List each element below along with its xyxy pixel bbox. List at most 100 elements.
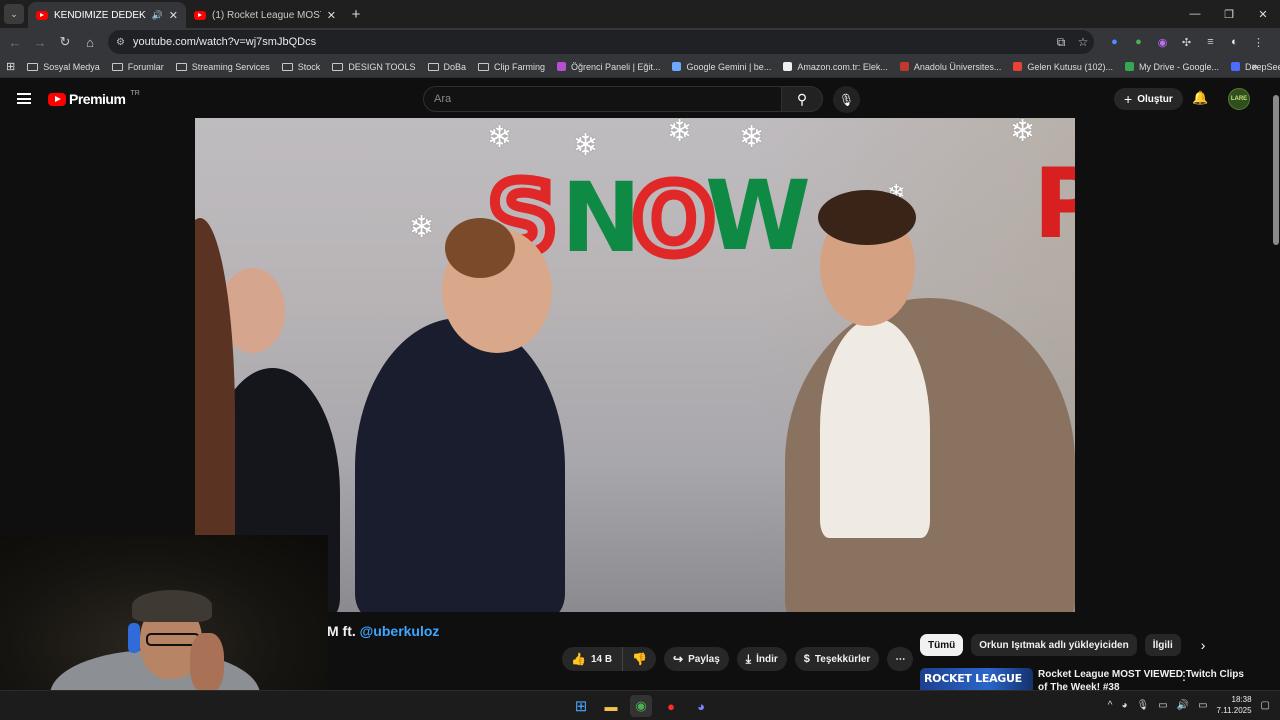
avatar[interactable]: LARE — [1228, 88, 1250, 110]
bookmark-label: Google Gemini | be... — [686, 61, 772, 72]
microphone-icon[interactable]: 🎙 — [833, 86, 860, 113]
tray-overflow-chevron-icon[interactable]: ^ — [1108, 700, 1113, 711]
bookmark-label: DESIGN TOOLS — [348, 61, 416, 72]
bookmark-item[interactable]: DoBa — [422, 62, 473, 72]
display-icon[interactable]: ▭ — [1158, 700, 1167, 711]
install-icon[interactable]: ⧉ — [1050, 35, 1072, 50]
more-vertical-icon[interactable]: ⋮ — [1178, 669, 1190, 683]
reload-icon[interactable]: ↻ — [53, 30, 77, 54]
home-icon[interactable]: ⌂ — [78, 30, 102, 54]
related-filter-chips: Tümü Orkun Işıtmak adlı yükleyiciden İlg… — [920, 634, 1205, 656]
decoration-letter: W — [705, 160, 811, 272]
discord-tray-icon[interactable]: ◕ — [1121, 700, 1127, 711]
back-icon[interactable]: ← — [3, 30, 27, 54]
bookmark-item[interactable]: DESIGN TOOLS — [326, 62, 421, 72]
dislike-button[interactable]: 👎 — [622, 647, 657, 671]
media-control-icon[interactable]: ≡ — [1200, 32, 1221, 52]
clock[interactable]: 18:38 7.11.2025 — [1217, 694, 1252, 716]
like-button[interactable]: 👍 14 B — [562, 647, 623, 671]
chrome-icon[interactable]: ◉ — [630, 695, 652, 717]
forward-icon[interactable]: → — [28, 30, 52, 54]
page-scrollbar-thumb[interactable] — [1273, 95, 1279, 245]
search-icon[interactable]: ⚲ — [781, 86, 823, 112]
extension-green-icon[interactable]: ● — [1128, 32, 1149, 52]
deepseek-icon — [1231, 62, 1240, 71]
extensions-puzzle-icon[interactable]: ✣ — [1176, 32, 1197, 52]
browser-menu-icon[interactable]: ⋮ — [1248, 32, 1269, 52]
tab-search-chevron-icon[interactable]: ⌄ — [4, 4, 24, 24]
search-input[interactable]: Ara — [423, 86, 783, 112]
browser-tab-strip: ⌄ KENDİMİZE DEDEKTİF TUTT 🔊 ✕ (1) Rocket… — [0, 0, 1280, 28]
video-person-shirt — [820, 318, 930, 538]
close-tab-icon[interactable]: ✕ — [327, 9, 336, 22]
decoration-letter: N — [561, 162, 642, 274]
bookmark-star-icon[interactable]: ☆ — [1072, 35, 1094, 49]
share-button[interactable]: ↪ Paylaş — [664, 647, 729, 671]
more-actions-button[interactable]: ⋯ — [887, 647, 914, 671]
create-button[interactable]: + Oluştur — [1114, 88, 1183, 110]
bookmark-item[interactable]: Gelen Kutusu (102)... — [1007, 62, 1119, 72]
region-code: TR — [130, 89, 140, 97]
file-explorer-icon[interactable]: ▬ — [600, 695, 622, 717]
chip-from-uploader[interactable]: Orkun Işıtmak adlı yükleyiciden — [971, 634, 1137, 656]
bookmark-item[interactable]: Anadolu Üniversites... — [894, 62, 1008, 72]
bookmark-item[interactable]: Stock — [276, 62, 327, 72]
omnibox[interactable]: ⚙ youtube.com/watch?v=wj7smJbQDcs ⧉ ☆ — [108, 30, 1094, 54]
thanks-button[interactable]: $ Teşekkürler — [794, 647, 880, 671]
bookmark-item[interactable]: Clip Farming — [472, 62, 551, 72]
video-title-mention[interactable]: @uberkuloz — [360, 623, 440, 639]
url-text[interactable]: youtube.com/watch?v=wj7smJbQDcs — [133, 36, 1050, 48]
extension-color-icon[interactable]: ◉ — [1152, 32, 1173, 52]
discord-icon[interactable]: ◕ — [690, 695, 712, 717]
apps-grid-icon[interactable]: ⊞ — [0, 60, 21, 73]
recommended-title[interactable]: Rocket League MOST VIEWED Twitch Clips o… — [1038, 668, 1248, 690]
restore-icon[interactable]: ❐ — [1212, 0, 1246, 28]
microphone-tray-icon[interactable]: 🎙 — [1136, 700, 1149, 711]
youtube-favicon-icon — [36, 10, 48, 20]
thanks-label: Teşekkürler — [814, 653, 871, 665]
youtube-app-icon[interactable]: ● — [660, 695, 682, 717]
volume-icon[interactable]: 🔊 — [1177, 700, 1189, 711]
chip-related[interactable]: İlgili — [1144, 634, 1181, 656]
windows-start-icon[interactable]: ⊞ — [570, 695, 592, 717]
bookmark-label: Anadolu Üniversites... — [913, 61, 1002, 72]
bookmark-item[interactable]: Streaming Services — [170, 62, 276, 72]
download-icon: ⤓ — [745, 651, 752, 666]
bookmark-item[interactable]: Google Gemini | be... — [666, 62, 777, 72]
minimize-icon[interactable]: — — [1178, 0, 1212, 28]
browser-tab[interactable]: (1) Rocket League MOST VIEWE ✕ — [186, 2, 344, 28]
bookmark-item[interactable]: Forumlar — [106, 62, 170, 72]
decoration-letter: P — [1033, 148, 1075, 260]
site-info-icon[interactable]: ⚙ — [116, 37, 125, 48]
bookmark-label: Streaming Services — [191, 61, 270, 72]
notification-center-icon[interactable]: ▢ — [1261, 700, 1270, 711]
bookmark-item[interactable]: My Drive - Google... — [1119, 62, 1225, 72]
new-tab-button[interactable]: + — [344, 2, 368, 26]
share-icon: ↪ — [673, 652, 684, 666]
notifications-bell-icon[interactable]: 🔔 — [1192, 90, 1208, 106]
speaker-icon[interactable]: 🔊 — [152, 10, 163, 21]
chevron-right-icon[interactable]: › — [1201, 637, 1206, 653]
download-button[interactable]: ⤓ İndir — [736, 647, 787, 671]
bookmarks-bar: ⊞ Sosyal Medya Forumlar Streaming Services… — [0, 56, 1280, 78]
browser-tab-active[interactable]: KENDİMİZE DEDEKTİF TUTT 🔊 ✕ — [28, 2, 186, 28]
youtube-premium-logo[interactable]: Premium TR — [48, 89, 140, 107]
bookmark-item[interactable]: Öğrenci Paneli | Eğit... — [551, 62, 666, 72]
battery-icon[interactable]: ▭ — [1198, 700, 1207, 711]
share-label: Paylaş — [688, 653, 720, 665]
youtube-play-icon — [48, 92, 66, 106]
bookmark-item[interactable]: Amazon.com.tr: Elek... — [777, 62, 894, 72]
clock-date: 7.11.2025 — [1216, 706, 1252, 715]
more-bookmarks-icon[interactable]: » — [1246, 61, 1264, 73]
profile-icon[interactable]: ◐ — [1224, 32, 1245, 52]
menu-hamburger-icon[interactable] — [17, 93, 31, 104]
close-window-icon[interactable]: ✕ — [1246, 0, 1280, 28]
close-tab-icon[interactable]: ✕ — [169, 9, 178, 22]
windows-taskbar: ⊞ ▬ ◉ ● ◕ ^ ◕ 🎙 ▭ 🔊 ▭ 18:38 7.11.2025 ▢ — [0, 690, 1280, 720]
extension-blue-icon[interactable]: ● — [1104, 32, 1125, 52]
recommended-video[interactable]: ROCKET LEAGUE Rocket League MOST VIEWED … — [920, 666, 1280, 690]
video-person-hair — [445, 218, 515, 278]
bookmark-item[interactable]: Sosyal Medya — [21, 62, 106, 72]
chip-all[interactable]: Tümü — [920, 634, 964, 656]
recommended-thumbnail[interactable]: ROCKET LEAGUE — [920, 668, 1033, 690]
